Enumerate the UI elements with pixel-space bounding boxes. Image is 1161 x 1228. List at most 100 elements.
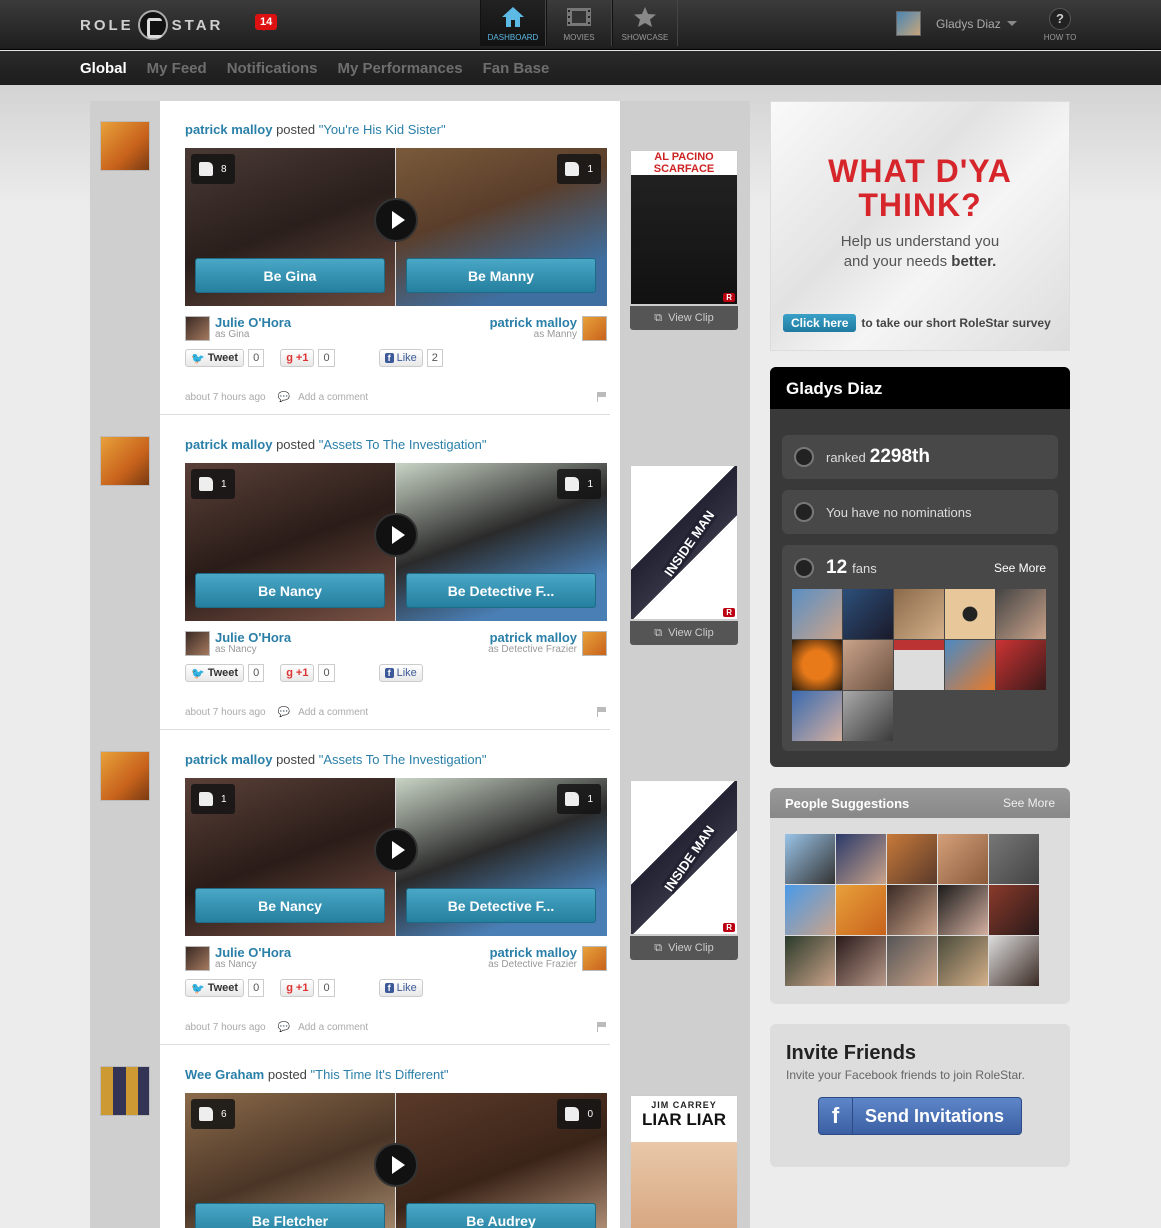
fan-avatar[interactable]	[894, 640, 944, 690]
suggested-person-avatar[interactable]	[887, 936, 937, 986]
left-video-frame[interactable]: 6 Be Fletcher	[185, 1093, 396, 1228]
suggested-person-avatar[interactable]	[989, 936, 1039, 986]
gplus-button[interactable]: g +1	[280, 979, 315, 997]
performance-clip[interactable]: 1 Be Nancy 1 Be Detective F...	[185, 778, 607, 936]
be-role-button[interactable]: Be Nancy	[195, 573, 385, 608]
subnav-global[interactable]: Global	[80, 60, 127, 77]
post-author-avatar[interactable]	[100, 121, 150, 171]
play-icon[interactable]	[374, 828, 418, 872]
actor-name-link[interactable]: patrick malloy	[488, 946, 577, 959]
suggested-person-avatar[interactable]	[989, 834, 1039, 884]
gplus-button[interactable]: g +1	[280, 664, 315, 682]
movie-poster[interactable]: INSIDE MAN R	[630, 780, 738, 935]
be-role-button[interactable]: Be Audrey	[406, 1203, 596, 1228]
post-author-avatar[interactable]	[100, 436, 150, 486]
post-title-link[interactable]: "This Time It's Different"	[311, 1067, 449, 1082]
be-role-button[interactable]: Be Gina	[195, 258, 385, 293]
be-role-button[interactable]: Be Manny	[406, 258, 596, 293]
fan-avatar[interactable]	[792, 640, 842, 690]
view-clip-button[interactable]: ⧉ View Clip	[630, 936, 738, 960]
fan-avatar[interactable]	[792, 589, 842, 639]
facebook-like-button[interactable]: f Like	[378, 979, 423, 997]
right-video-frame[interactable]: 1 Be Detective F...	[396, 463, 607, 621]
post-author-avatar[interactable]	[100, 1066, 150, 1116]
performance-clip[interactable]: 1 Be Nancy 1 Be Detective F...	[185, 463, 607, 621]
user-menu[interactable]: Gladys Diaz	[896, 11, 1017, 36]
actor-avatar[interactable]	[185, 631, 210, 656]
be-role-button[interactable]: Be Fletcher	[195, 1203, 385, 1228]
actor-name-link[interactable]: Julie O'Hora	[215, 946, 291, 959]
suggested-person-avatar[interactable]	[938, 936, 988, 986]
suggested-person-avatar[interactable]	[785, 834, 835, 884]
be-role-button[interactable]: Be Nancy	[195, 888, 385, 923]
actor-avatar[interactable]	[582, 946, 607, 971]
actor-avatar[interactable]	[185, 316, 210, 341]
suggested-person-avatar[interactable]	[785, 936, 835, 986]
fan-avatar[interactable]	[843, 691, 893, 741]
profile-name[interactable]: Gladys Diaz	[770, 367, 1070, 409]
left-video-frame[interactable]: 1 Be Nancy	[185, 463, 396, 621]
be-role-button[interactable]: Be Detective F...	[406, 888, 596, 923]
subnav-my-feed[interactable]: My Feed	[147, 60, 207, 77]
add-comment-link[interactable]: Add a comment	[298, 392, 368, 403]
flag-icon[interactable]	[597, 1022, 607, 1032]
tweet-button[interactable]: 🐦 Tweet	[185, 979, 245, 997]
actor-avatar[interactable]	[582, 316, 607, 341]
post-title-link[interactable]: "Assets To The Investigation"	[319, 752, 487, 767]
tweet-button[interactable]: 🐦 Tweet	[185, 349, 245, 367]
fan-avatar[interactable]	[996, 589, 1046, 639]
like-count[interactable]: 1	[191, 469, 235, 499]
subnav-my-performances[interactable]: My Performances	[338, 60, 463, 77]
left-video-frame[interactable]: 8 Be Gina	[185, 148, 396, 306]
suggested-person-avatar[interactable]	[887, 885, 937, 935]
like-count[interactable]: 8	[191, 154, 235, 184]
suggested-person-avatar[interactable]	[938, 834, 988, 884]
suggested-person-avatar[interactable]	[836, 834, 886, 884]
actor-name-link[interactable]: Julie O'Hora	[215, 631, 291, 644]
survey-click-here-button[interactable]: Click here	[783, 314, 857, 332]
fans-see-more-link[interactable]: See More	[994, 561, 1046, 575]
actor-name-link[interactable]: Julie O'Hora	[215, 316, 291, 329]
people-see-more-link[interactable]: See More	[1003, 796, 1055, 810]
post-title-link[interactable]: "You're His Kid Sister"	[319, 122, 446, 137]
view-clip-button[interactable]: ⧉ View Clip	[630, 621, 738, 645]
tweet-button[interactable]: 🐦 Tweet	[185, 664, 245, 682]
fan-avatar[interactable]	[996, 640, 1046, 690]
like-count[interactable]: 1	[557, 784, 601, 814]
fan-avatar[interactable]	[792, 691, 842, 741]
add-comment-link[interactable]: Add a comment	[298, 1022, 368, 1033]
like-count[interactable]: 6	[191, 1099, 235, 1129]
suggested-person-avatar[interactable]	[836, 936, 886, 986]
fan-avatar[interactable]	[945, 640, 995, 690]
facebook-like-button[interactable]: f Like	[378, 664, 423, 682]
suggested-person-avatar[interactable]	[836, 885, 886, 935]
subnav-fan-base[interactable]: Fan Base	[483, 60, 550, 77]
like-count[interactable]: 1	[557, 469, 601, 499]
post-title-link[interactable]: "Assets To The Investigation"	[319, 437, 487, 452]
post-author-link[interactable]: patrick malloy	[185, 752, 272, 767]
like-count[interactable]: 1	[191, 784, 235, 814]
movie-poster[interactable]: INSIDE MAN R	[630, 465, 738, 620]
post-author-link[interactable]: patrick malloy	[185, 437, 272, 452]
how-to-button[interactable]: ? HOW TO	[1040, 8, 1080, 42]
subnav-notifications[interactable]: Notifications	[227, 60, 318, 77]
flag-icon[interactable]	[597, 707, 607, 717]
rolestar-logo[interactable]: ROLE STAR	[80, 10, 223, 40]
actor-avatar[interactable]	[582, 631, 607, 656]
fan-avatar[interactable]	[843, 589, 893, 639]
tab-dashboard[interactable]: DASHBOARD	[480, 0, 546, 46]
post-author-link[interactable]: Wee Graham	[185, 1067, 264, 1082]
actor-name-link[interactable]: patrick malloy	[488, 631, 577, 644]
tab-movies[interactable]: MOVIES	[546, 0, 612, 46]
post-author-link[interactable]: patrick malloy	[185, 122, 272, 137]
suggested-person-avatar[interactable]	[887, 834, 937, 884]
fan-avatar[interactable]	[843, 640, 893, 690]
actor-name-link[interactable]: patrick malloy	[490, 316, 577, 329]
play-icon[interactable]	[374, 513, 418, 557]
suggested-person-avatar[interactable]	[989, 885, 1039, 935]
suggested-person-avatar[interactable]	[938, 885, 988, 935]
add-comment-link[interactable]: Add a comment	[298, 707, 368, 718]
facebook-like-button[interactable]: f Like	[378, 349, 423, 367]
play-icon[interactable]	[374, 1143, 418, 1187]
actor-avatar[interactable]	[185, 946, 210, 971]
